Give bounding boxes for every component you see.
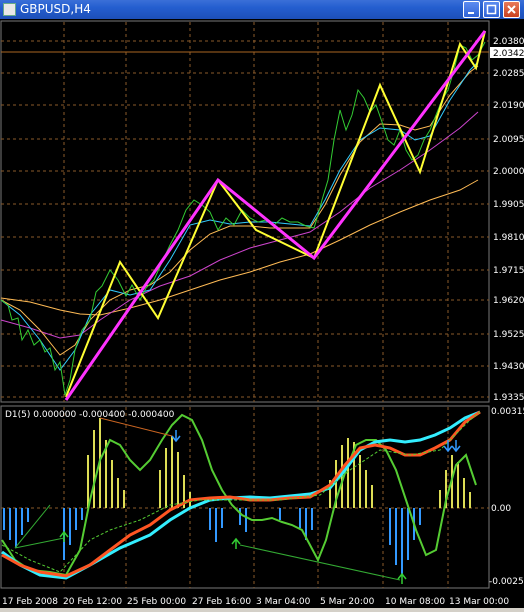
indicator-label: D1(5) 0.000000 -0.000400 -0.000400: [5, 410, 175, 420]
time-label: 3 Mar 04:00: [256, 597, 311, 607]
ma-mid-line: [0, 111, 479, 339]
indicator-scale-label: -0.00259: [489, 577, 524, 587]
maximize-button[interactable]: [483, 1, 500, 18]
current-price-label: 2.0342: [493, 49, 524, 59]
price-line: [0, 41, 486, 396]
window-title: GBPUSD,H4: [20, 2, 91, 16]
price-axis: 2.0380 2.0285 2.0190 2.0095 2.0000 1.990…: [493, 37, 524, 403]
chart-area[interactable]: 2.0380 2.0285 2.0190 2.0095 2.0000 1.990…: [0, 19, 524, 608]
divergence-line-2: [239, 544, 401, 581]
price-label: 1.9525: [493, 330, 524, 340]
time-label: 13 Mar 00:00: [449, 597, 509, 607]
price-label: 1.9715: [493, 266, 524, 276]
price-label: 2.0190: [493, 101, 524, 111]
zigzag-major-line: [64, 30, 487, 401]
close-button[interactable]: [503, 1, 520, 18]
price-label: 2.0000: [493, 167, 524, 177]
time-label: 25 Feb 00:00: [127, 597, 186, 607]
ma-fast-cyan-line: [0, 61, 479, 371]
time-label: 20 Feb 12:00: [63, 597, 122, 607]
title-bar: GBPUSD,H4: [0, 0, 524, 19]
time-label: 5 Mar 20:00: [320, 597, 375, 607]
chart-window-icon: [3, 3, 16, 16]
main-panel-frame: [0, 20, 490, 403]
price-label: 2.0285: [493, 69, 524, 79]
price-label: 2.0380: [493, 37, 524, 47]
indicator-axis: 0.00315 0.00 -0.00259: [489, 407, 524, 587]
price-label: 1.9335: [493, 393, 524, 403]
price-label: 1.9430: [493, 362, 524, 372]
price-label: 2.0095: [493, 135, 524, 145]
indicator-scale-label: 0.00315: [491, 407, 524, 417]
price-label: 1.9810: [493, 233, 524, 243]
price-label: 1.9905: [493, 200, 524, 210]
time-axis: 17 Feb 2008 20 Feb 12:00 25 Feb 00:00 27…: [2, 597, 509, 607]
zigzag-minor-line: [65, 30, 486, 398]
divergence-line-1: [99, 417, 173, 437]
time-label: 27 Feb 16:00: [192, 597, 251, 607]
time-label: 10 Mar 08:00: [385, 597, 445, 607]
ma-slow-line: [0, 179, 479, 316]
time-label: 17 Feb 2008: [2, 597, 58, 607]
price-label: 1.9620: [493, 296, 524, 306]
indicator-scale-label: 0.00: [491, 504, 511, 514]
indicator-green-line: [1, 413, 477, 577]
ma-fast-orange-line: [0, 65, 479, 356]
minimize-button[interactable]: [463, 1, 480, 18]
chart-canvas[interactable]: 2.0380 2.0285 2.0190 2.0095 2.0000 1.990…: [0, 19, 524, 608]
